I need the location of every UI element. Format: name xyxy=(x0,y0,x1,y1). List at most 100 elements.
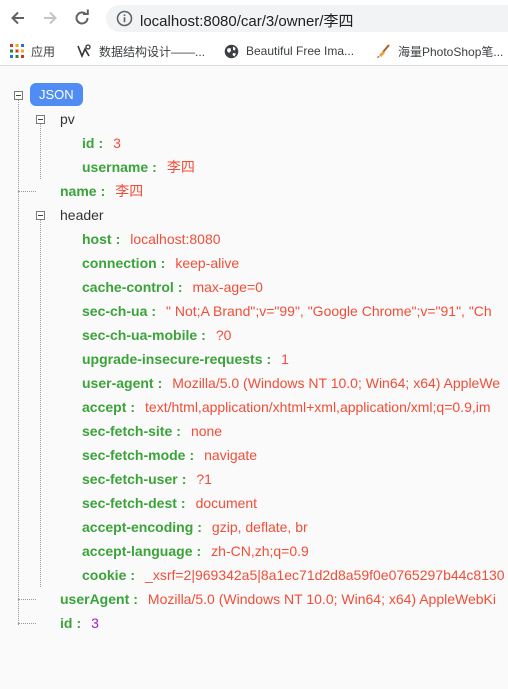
json-value: 3 xyxy=(91,615,99,631)
json-entry-header[interactable]: accept-language: zh-CN,zh;q=0.9 xyxy=(82,540,309,562)
json-entry-header[interactable]: sec-ch-ua: " Not;A Brand";v="99", "Google… xyxy=(82,300,492,322)
json-entry-header[interactable]: cache-control: max-age=0 xyxy=(82,276,263,298)
tree-guide-line xyxy=(18,191,36,192)
url-text: localhost:8080/car/3/owner/李四 xyxy=(140,13,354,30)
json-colon: : xyxy=(181,471,187,487)
json-value: ?0 xyxy=(215,327,232,343)
json-key: id xyxy=(82,135,95,151)
json-value: 3 xyxy=(113,135,121,151)
bookmark-apps[interactable]: 应用 xyxy=(10,42,55,60)
bookmark-logo-icon xyxy=(76,44,92,58)
collapse-toggle-pv[interactable] xyxy=(36,115,45,124)
json-value: _xsrf=2|969342a5|8a1ec71d2d8a59f0e076529… xyxy=(145,567,505,583)
json-colon: : xyxy=(197,519,202,535)
collapse-toggle-root[interactable] xyxy=(14,91,23,100)
json-colon: : xyxy=(152,159,157,175)
apps-grid-icon xyxy=(10,44,24,58)
json-value: document xyxy=(195,495,258,511)
json-key: connection xyxy=(82,255,157,271)
json-viewer: JSON pv id:3 username: 李四 name: 李四 header … xyxy=(0,66,508,689)
json-entry-header[interactable]: sec-fetch-site: none xyxy=(82,420,222,442)
json-colon: : xyxy=(130,567,136,583)
bookmark-label: 海量PhotoShop笔... xyxy=(398,44,504,59)
json-entry-header[interactable]: upgrade-insecure-requests:1 xyxy=(82,348,289,370)
tree-guide-line xyxy=(18,100,19,625)
json-colon: : xyxy=(76,615,82,631)
json-entry-header[interactable]: accept: text/html,application/xhtml+xml,a… xyxy=(82,396,491,418)
json-node-header[interactable]: header xyxy=(60,204,104,226)
json-colon: : xyxy=(177,279,183,295)
json-value: gzip, deflate, br xyxy=(211,519,308,535)
tree-guide-line xyxy=(40,220,41,587)
json-colon: : xyxy=(176,423,181,439)
json-value: 1 xyxy=(281,351,289,367)
json-key: sec-fetch-dest xyxy=(82,495,177,511)
json-key: cache-control xyxy=(82,279,174,295)
json-colon: : xyxy=(151,303,157,319)
json-entry-header[interactable]: sec-fetch-user: ?1 xyxy=(82,468,212,490)
json-colon: : xyxy=(189,447,195,463)
json-key: sec-ch-ua-mobile xyxy=(82,327,198,343)
browser-toolbar: localhost:8080/car/3/owner/李四 xyxy=(0,0,508,36)
json-colon: : xyxy=(266,351,272,367)
json-entry-useragent[interactable]: userAgent: Mozilla/5.0 (Windows NT 10.0; … xyxy=(60,588,496,610)
forward-button[interactable] xyxy=(38,6,62,30)
json-value: 李四 xyxy=(166,159,195,175)
json-value: localhost:8080 xyxy=(130,231,221,247)
json-entry-name[interactable]: name: 李四 xyxy=(60,180,143,202)
json-key: sec-fetch-user xyxy=(82,471,178,487)
json-entry-header[interactable]: user-agent: Mozilla/5.0 (Windows NT 10.0;… xyxy=(82,372,500,394)
json-colon: : xyxy=(180,495,186,511)
brush-icon xyxy=(376,43,391,59)
json-key: accept xyxy=(82,399,127,415)
back-arrow-icon xyxy=(11,11,24,25)
globe-icon xyxy=(224,44,239,59)
json-entry-header[interactable]: sec-ch-ua-mobile: ?0 xyxy=(82,324,231,346)
json-key: cookie xyxy=(82,567,127,583)
json-value: zh-CN,zh;q=0.9 xyxy=(211,543,309,559)
json-entry-header[interactable]: accept-encoding: gzip, deflate, br xyxy=(82,516,308,538)
json-colon: : xyxy=(201,327,206,343)
json-entry-header[interactable]: host: localhost:8080 xyxy=(82,228,221,250)
json-node-pv[interactable]: pv xyxy=(60,108,75,130)
json-entry-pv-id[interactable]: id:3 xyxy=(82,132,121,154)
json-key: sec-ch-ua xyxy=(82,303,148,319)
bookmark-label: 数据结构设计——... xyxy=(99,44,206,59)
bookmark-beautiful-free-images[interactable]: Beautiful Free Ima... xyxy=(224,42,354,60)
json-entry-header[interactable]: sec-fetch-dest: document xyxy=(82,492,257,514)
json-entry-header[interactable]: cookie: _xsrf=2|969342a5|8a1ec71d2d8a59f0… xyxy=(82,564,505,586)
json-entry-header[interactable]: sec-fetch-mode: navigate xyxy=(82,444,257,466)
json-value: max-age=0 xyxy=(192,279,263,295)
address-bar[interactable]: localhost:8080/car/3/owner/李四 xyxy=(106,5,508,32)
json-colon: : xyxy=(196,543,202,559)
reload-button[interactable] xyxy=(70,6,94,30)
json-key: sec-fetch-site xyxy=(82,423,173,439)
json-colon: : xyxy=(157,375,163,391)
json-colon: : xyxy=(98,135,104,151)
json-value: ?1 xyxy=(196,471,212,487)
json-value: navigate xyxy=(204,447,258,463)
site-info-icon[interactable] xyxy=(116,10,133,27)
json-key: pv xyxy=(60,111,75,127)
json-key: userAgent xyxy=(60,591,130,607)
json-key: name xyxy=(60,183,97,199)
json-entry-id[interactable]: id:3 xyxy=(60,612,99,634)
json-value: Mozilla/5.0 (Windows NT 10.0; Win64; x64… xyxy=(172,375,501,391)
json-key: host xyxy=(82,231,112,247)
json-root-badge[interactable]: JSON xyxy=(30,83,83,106)
reload-icon xyxy=(75,9,89,25)
json-entry-header[interactable]: connection: keep-alive xyxy=(82,252,239,274)
bookmark-label: 应用 xyxy=(31,44,56,59)
json-value: Mozilla/5.0 (Windows NT 10.0; Win64; x64… xyxy=(147,591,496,607)
back-button[interactable] xyxy=(6,6,30,30)
json-key: user-agent xyxy=(82,375,154,391)
collapse-toggle-header[interactable] xyxy=(36,211,45,220)
json-entry-pv-username[interactable]: username: 李四 xyxy=(82,156,195,178)
json-colon: : xyxy=(115,231,121,247)
tree-guide-line xyxy=(40,124,41,179)
bookmark-data-structure[interactable]: 数据结构设计——... xyxy=(76,42,205,60)
json-key: accept-language xyxy=(82,543,193,559)
bookmark-photoshop-notes[interactable]: 海量PhotoShop笔... xyxy=(376,42,503,60)
forward-arrow-icon xyxy=(44,11,57,25)
json-colon: : xyxy=(133,591,138,607)
